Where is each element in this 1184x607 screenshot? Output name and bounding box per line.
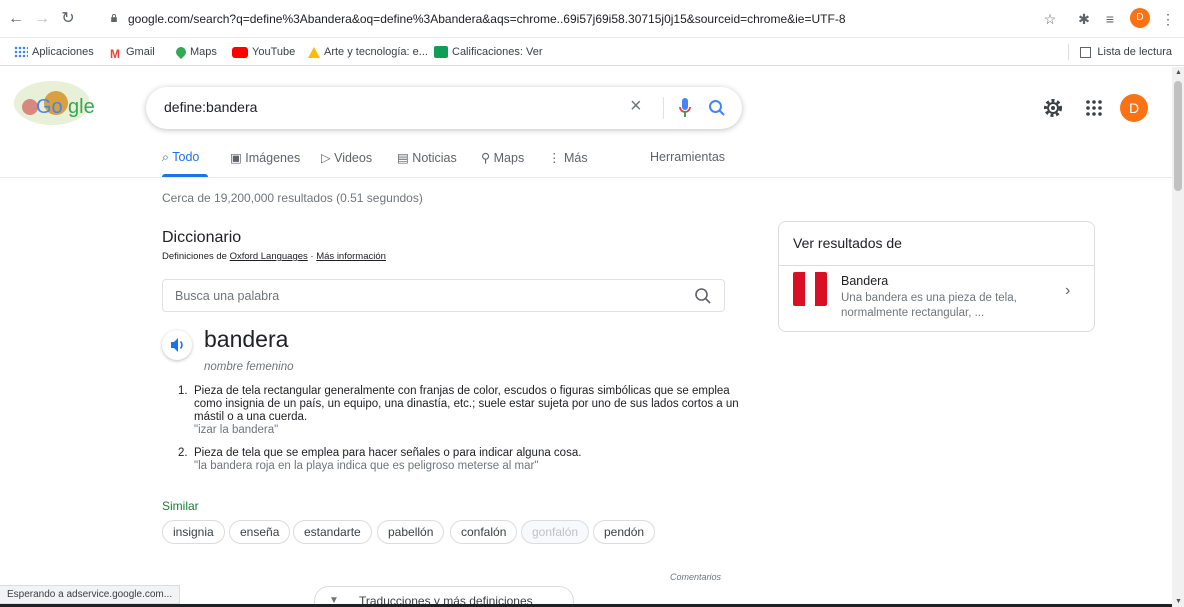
lock-icon [111,14,117,22]
dictionary-title: Diccionario [162,229,242,246]
bookmark-aplicaciones[interactable]: Aplicaciones [14,44,94,60]
svg-text:gle: gle [68,96,95,118]
panel-divider [779,265,1094,266]
video-icon: ▷ [321,151,335,165]
gear-icon[interactable] [1042,97,1064,119]
address-bar[interactable]: google.com/search?q=define%3Abandera&oq=… [104,6,1034,32]
news-icon: ▤ [397,151,413,165]
search-divider [663,97,664,119]
bookmark-calificaciones[interactable]: Calificaciones: Ver [434,44,543,60]
similar-chip[interactable]: estandarte [293,520,372,544]
result-name[interactable]: Bandera [841,274,888,288]
tab-mas[interactable]: ⋮ Más [548,150,588,165]
bookmark-maps[interactable]: Maps [173,44,217,60]
scroll-thumb[interactable] [1174,81,1182,191]
search-query[interactable]: define:bandera [164,99,257,115]
forward-icon[interactable]: → [32,9,52,29]
see-results-about-panel: Ver resultados de Bandera Una bandera es… [778,221,1095,332]
definition-text: Pieza de tela que se emplea para hacer s… [194,447,582,459]
microphone-icon[interactable] [678,97,692,119]
status-bar: Esperando a adservice.google.com... [0,585,181,604]
flag-stripe [805,272,815,306]
similar-chip[interactable]: enseña [229,520,291,544]
search-small-icon: ⌕ [162,150,173,164]
dictionary-source: Definiciones de Oxford Languages · Más i… [162,251,386,262]
reading-list[interactable]: Lista de lectura [1068,44,1172,60]
search-icon[interactable] [708,99,726,117]
definition-text: Pieza de tela rectangular generalmente c… [194,385,739,423]
similar-chip[interactable]: gonfalón [521,520,590,544]
part-of-speech: nombre femenino [204,361,294,373]
scroll-down-icon[interactable]: ▼ [1175,598,1182,605]
similar-chip[interactable]: insignia [162,520,225,544]
definition-item: 2. Pieza de tela que se emplea para hace… [178,447,740,473]
url-text: google.com/search?q=define%3Abandera&oq=… [128,12,846,26]
media-icon[interactable]: ≡ [1100,9,1120,29]
apps-grid-icon [14,46,28,59]
result-description: Una bandera es una pieza de tela, normal… [841,292,1017,319]
youtube-icon [232,46,248,58]
oxford-link[interactable]: Oxford Languages [230,251,308,262]
back-icon[interactable]: ← [6,9,26,29]
tab-noticias[interactable]: ▤ Noticias [397,150,457,165]
definition-example: "izar la bandera" [194,424,279,436]
star-icon[interactable]: ☆ [1040,9,1060,29]
clear-icon[interactable]: × [630,95,642,118]
reload-icon[interactable]: ↻ [58,9,78,29]
search-box[interactable]: define:bandera × [146,87,742,129]
search-icon[interactable] [694,287,712,305]
image-icon: ▣ [230,151,246,165]
page-scrollbar[interactable]: ▲ ▼ [1172,67,1184,607]
tab-imagenes[interactable]: ▣ Imágenes [230,150,300,165]
menu-icon[interactable]: ⋮ [1158,9,1178,29]
similar-chip[interactable]: confalón [450,520,518,544]
panel-title: Ver resultados de [793,235,902,251]
similar-chip[interactable]: pendón [593,520,656,544]
flag-stripe [793,272,805,306]
extensions-icon[interactable]: ✱ [1074,9,1094,29]
account-avatar[interactable]: D [1120,94,1148,122]
browser-toolbar: ← → ↻ google.com/search?q=define%3Abande… [0,0,1184,38]
chevron-right-icon[interactable]: › [1065,282,1070,300]
pin-icon: ⚲ [481,151,494,165]
more-info-link[interactable]: Más información [316,251,386,262]
word-search-placeholder: Busca una palabra [175,289,280,303]
bookmarks-separator [1068,44,1070,60]
pronunciation-button[interactable] [162,330,192,360]
arts-icon [308,46,320,58]
google-doodle-logo[interactable]: Go gle [10,77,108,127]
classroom-icon [434,46,448,59]
result-stats: Cerca de 19,200,000 resultados (0.51 seg… [162,191,423,205]
tab-maps[interactable]: ⚲ Maps [481,150,524,165]
tools-button[interactable]: Herramientas [650,150,725,164]
tabs-divider [0,177,1172,178]
tab-todo[interactable]: ⌕ Todo [162,150,199,165]
scroll-up-icon[interactable]: ▲ [1175,69,1182,76]
google-apps-icon[interactable] [1086,100,1102,116]
profile-avatar[interactable]: D [1130,8,1150,28]
more-vert-icon: ⋮ [548,151,564,165]
headword: bandera [204,326,289,352]
speaker-icon [171,338,183,352]
svg-text:Go: Go [36,96,63,118]
feedback-link[interactable]: Comentarios [670,572,721,582]
flag-stripe [815,272,827,306]
reading-list-icon [1080,46,1092,58]
search-results-page: Go gle define:bandera × D ⌕ Todo ▣ Imáge… [0,67,1172,607]
bookmark-youtube[interactable]: YouTube [232,44,295,60]
bookmark-gmail[interactable]: M Gmail [110,44,155,62]
gmail-icon: M [110,47,120,62]
browser-window: ← → ↻ google.com/search?q=define%3Abande… [0,0,1184,607]
tab-videos[interactable]: ▷ Videos [321,150,372,165]
definition-example: "la bandera roja en la playa indica que … [194,460,539,472]
word-search-input[interactable]: Busca una palabra [162,279,725,312]
bookmark-arte[interactable]: Arte y tecnología: e... [308,44,428,60]
similar-title: Similar [162,499,199,513]
similar-chip[interactable]: pabellón [377,520,445,544]
peru-flag-image[interactable] [793,272,827,306]
definition-item: 1. Pieza de tela rectangular generalment… [178,385,739,436]
bookmarks-bar: Aplicaciones M Gmail Maps YouTube Arte y … [0,38,1184,66]
maps-pin-icon [173,45,189,60]
